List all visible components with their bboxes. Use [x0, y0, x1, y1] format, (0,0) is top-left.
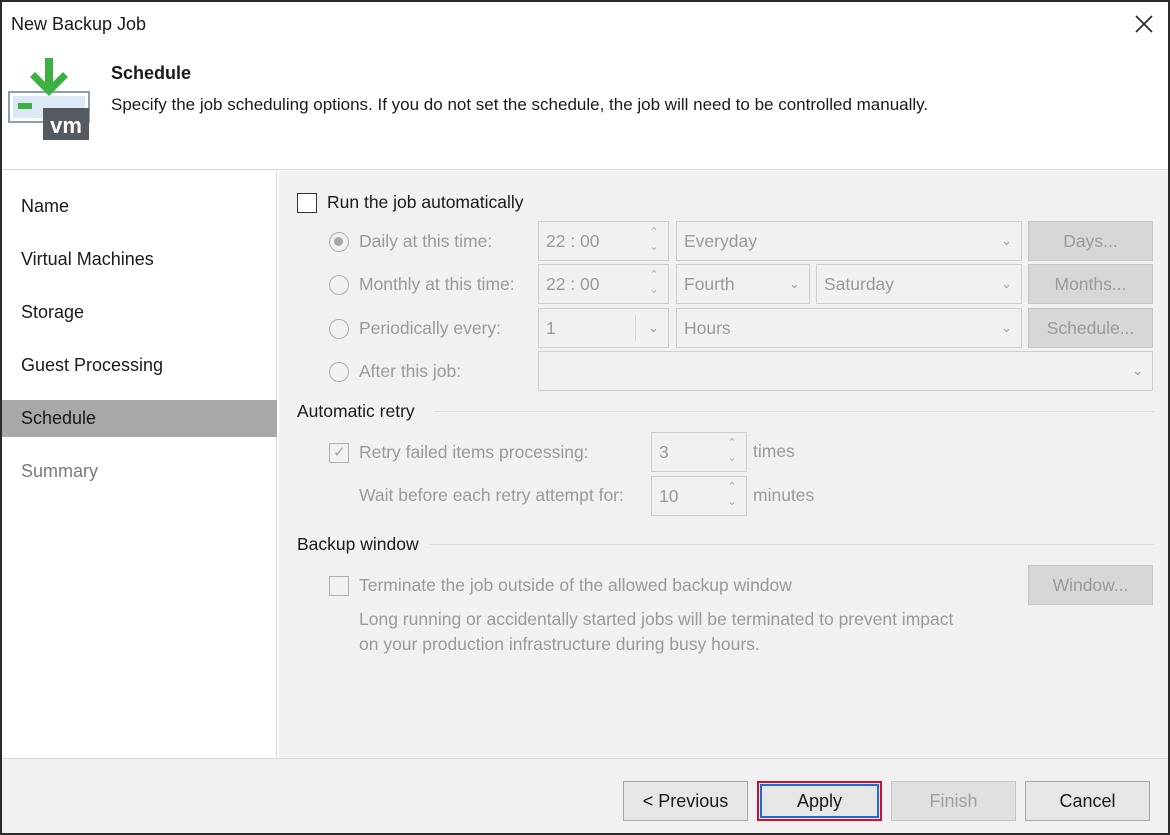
vm-backup-icon: vm: [7, 58, 91, 142]
monthly-time-input[interactable]: 22 : 00 ⌃ ⌄: [538, 264, 669, 304]
spinner-icon[interactable]: ⌃ ⌄: [724, 480, 740, 512]
periodically-radio[interactable]: [329, 319, 349, 339]
retry-count-input[interactable]: 3 ⌃ ⌄: [651, 432, 747, 472]
monthly-time-value: 22 : 00: [546, 274, 600, 294]
periodically-unit-value: Hours: [684, 318, 731, 338]
periodically-label: Periodically every:: [359, 318, 501, 338]
monthly-day-select[interactable]: Saturday ⌄: [816, 264, 1022, 304]
after-job-select[interactable]: ⌄: [538, 351, 1153, 391]
sidebar-item-schedule[interactable]: Schedule: [2, 400, 277, 437]
daily-period-value: Everyday: [684, 231, 757, 251]
group-divider: [429, 544, 1154, 545]
previous-button[interactable]: < Previous: [623, 781, 748, 821]
radio-selected-dot: [334, 237, 343, 246]
chevron-down-icon: ⌄: [1001, 276, 1012, 291]
monthly-week-value: Fourth: [684, 274, 735, 294]
chevron-down-icon: ⌄: [1001, 320, 1012, 335]
periodically-value: 1: [546, 318, 556, 338]
apply-button[interactable]: Apply: [757, 781, 882, 821]
terminate-job-label: Terminate the job outside of the allowed…: [359, 575, 792, 595]
retry-failed-checkbox[interactable]: ✓: [329, 443, 349, 463]
after-job-label: After this job:: [359, 361, 462, 381]
wait-retry-input[interactable]: 10 ⌃ ⌄: [651, 476, 747, 516]
wizard-steps-sidebar: Name Virtual Machines Storage Guest Proc…: [2, 171, 277, 758]
monthly-label: Monthly at this time:: [359, 274, 515, 294]
wait-unit-label: minutes: [753, 485, 815, 505]
window-button[interactable]: Window...: [1028, 565, 1153, 605]
retry-unit-label: times: [753, 441, 795, 461]
chevron-down-icon: ⌄: [1132, 363, 1143, 378]
schedule-button[interactable]: Schedule...: [1028, 308, 1153, 348]
chevron-down-icon: ⌄: [648, 320, 659, 335]
daily-period-select[interactable]: Everyday ⌄: [676, 221, 1022, 261]
months-button[interactable]: Months...: [1028, 264, 1153, 304]
retry-count-value: 3: [659, 442, 669, 462]
periodically-unit-select[interactable]: Hours ⌄: [676, 308, 1022, 348]
dropdown-separator: [635, 315, 636, 341]
sidebar-item-guest-processing[interactable]: Guest Processing: [2, 347, 277, 384]
automatic-retry-heading: Automatic retry: [297, 401, 415, 421]
wait-retry-label: Wait before each retry attempt for:: [359, 485, 624, 505]
chevron-down-icon: ⌄: [1001, 233, 1012, 248]
daily-radio[interactable]: [329, 232, 349, 252]
close-button[interactable]: [1128, 8, 1160, 40]
sidebar-item-storage[interactable]: Storage: [2, 294, 277, 331]
time-spinner-icon[interactable]: ⌃ ⌄: [646, 225, 662, 257]
window-title: New Backup Job: [11, 14, 147, 34]
terminate-note-line2: on your production infrastructure during…: [359, 634, 760, 654]
backup-window-heading: Backup window: [297, 534, 419, 554]
cancel-button[interactable]: Cancel: [1025, 781, 1150, 821]
monthly-day-value: Saturday: [824, 274, 895, 294]
time-spinner-icon[interactable]: ⌃ ⌄: [646, 268, 662, 300]
terminate-note-line1: Long running or accidentally started job…: [359, 609, 954, 629]
daily-time-value: 22 : 00: [546, 231, 600, 251]
daily-label: Daily at this time:: [359, 231, 493, 251]
wait-retry-value: 10: [659, 486, 679, 506]
chevron-down-icon: ⌄: [789, 276, 800, 291]
run-automatically-checkbox[interactable]: [297, 193, 317, 213]
sidebar-item-virtual-machines[interactable]: Virtual Machines: [2, 241, 277, 278]
new-backup-job-window: New Backup Job vm Schedule Specify the j…: [0, 0, 1170, 835]
finish-button: Finish: [891, 781, 1016, 821]
after-job-radio[interactable]: [329, 362, 349, 382]
checkmark-icon: ✓: [333, 444, 346, 461]
group-divider: [434, 411, 1154, 412]
sidebar-item-name[interactable]: Name: [2, 188, 277, 225]
monthly-week-select[interactable]: Fourth ⌄: [676, 264, 810, 304]
daily-time-input[interactable]: 22 : 00 ⌃ ⌄: [538, 221, 669, 261]
run-automatically-label: Run the job automatically: [327, 192, 524, 212]
page-description: Specify the job scheduling options. If y…: [111, 95, 929, 114]
days-button[interactable]: Days...: [1028, 221, 1153, 261]
title-bar: New Backup Job: [2, 2, 1168, 46]
retry-failed-label: Retry failed items processing:: [359, 442, 589, 462]
schedule-panel: Run the job automatically Daily at this …: [279, 171, 1168, 758]
page-title: Schedule: [111, 63, 192, 83]
terminate-job-checkbox[interactable]: [329, 576, 349, 596]
wizard-header: vm Schedule Specify the job scheduling o…: [2, 46, 1168, 170]
periodically-value-select[interactable]: 1 ⌄: [538, 308, 669, 348]
wizard-footer: < Previous Apply Finish Cancel: [2, 758, 1168, 833]
spinner-icon[interactable]: ⌃ ⌄: [724, 436, 740, 468]
vm-icon-text: vm: [50, 113, 82, 138]
monthly-radio[interactable]: [329, 275, 349, 295]
close-icon: [1135, 15, 1153, 33]
sidebar-item-summary: Summary: [21, 461, 99, 481]
